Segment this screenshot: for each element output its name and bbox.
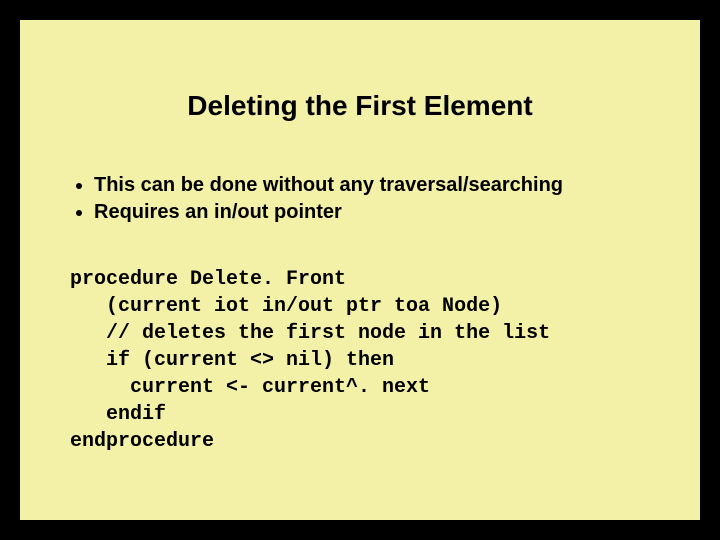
slide-frame: Deleting the First Element This can be d…	[0, 0, 720, 540]
bullet-list: This can be done without any traversal/s…	[70, 172, 650, 226]
list-item: Requires an in/out pointer	[94, 199, 650, 226]
slide: Deleting the First Element This can be d…	[18, 18, 702, 522]
slide-title: Deleting the First Element	[70, 90, 650, 122]
code-block: procedure Delete. Front (current iot in/…	[70, 266, 650, 455]
list-item: This can be done without any traversal/s…	[94, 172, 650, 199]
